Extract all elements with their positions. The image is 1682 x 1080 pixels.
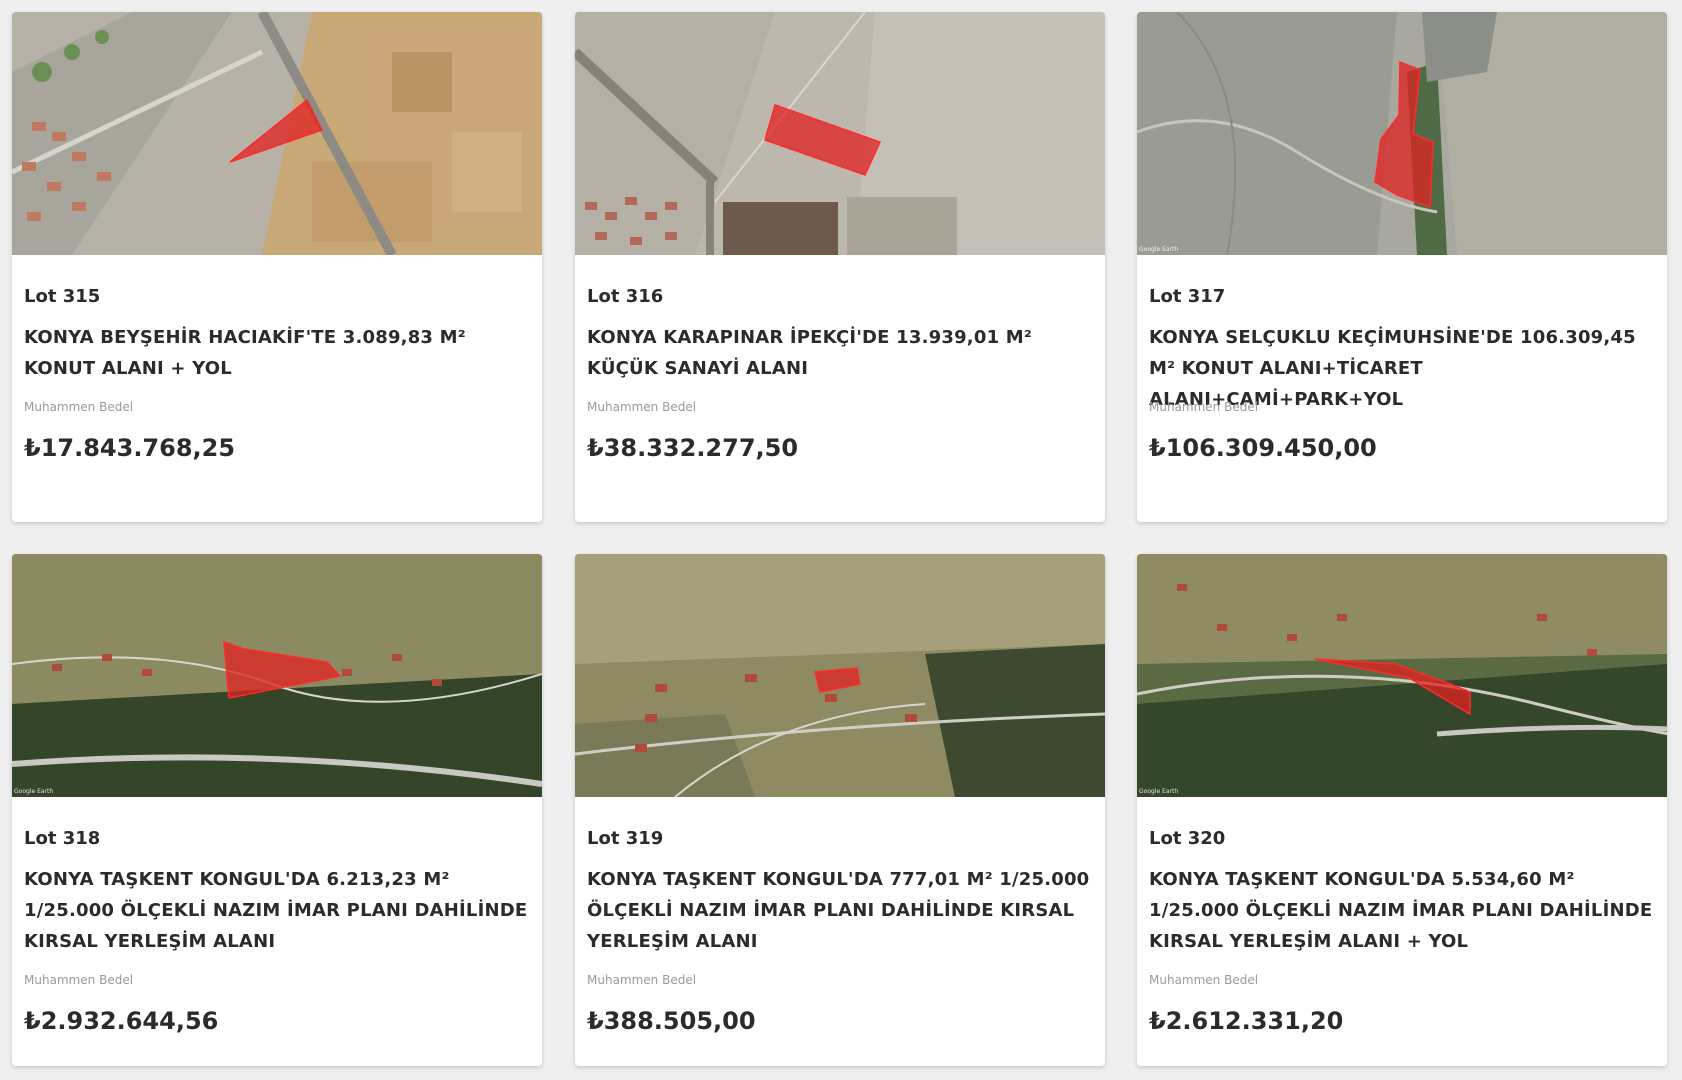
lot-card-317[interactable]: Google Earth Lot 317 KONYA SELÇUKLU KEÇİ… <box>1137 12 1667 522</box>
lot-title[interactable]: KONYA TAŞKENT KONGUL'DA 6.213,23 M² 1/25… <box>24 864 530 957</box>
lot-price: ₺2.612.331,20 <box>1149 1007 1344 1035</box>
lot-price: ₺388.505,00 <box>587 1007 756 1035</box>
lot-price: ₺106.309.450,00 <box>1149 434 1377 462</box>
map-attribution: Google Earth <box>14 788 54 795</box>
satellite-map-image[interactable]: Google Earth <box>1137 554 1667 797</box>
lot-title[interactable]: KONYA BEYŞEHİR HACIAKİF'TE 3.089,83 M² K… <box>24 322 530 384</box>
lot-title[interactable]: KONYA KARAPINAR İPEKÇİ'DE 13.939,01 M² K… <box>587 322 1093 384</box>
lot-card-315[interactable]: Lot 315 KONYA BEYŞEHİR HACIAKİF'TE 3.089… <box>12 12 542 522</box>
satellite-map-image[interactable] <box>575 554 1105 797</box>
lot-card-316[interactable]: Lot 316 KONYA KARAPINAR İPEKÇİ'DE 13.939… <box>575 12 1105 522</box>
lot-number: Lot 316 <box>587 286 664 307</box>
lot-number: Lot 319 <box>587 828 664 849</box>
map-attribution: Google Earth <box>1139 788 1179 795</box>
satellite-map-image[interactable]: Google Earth <box>1137 12 1667 255</box>
lot-number: Lot 318 <box>24 828 101 849</box>
satellite-map-image[interactable] <box>575 12 1105 255</box>
satellite-map-image[interactable] <box>12 12 542 255</box>
lot-number: Lot 320 <box>1149 828 1226 849</box>
lot-title[interactable]: KONYA TAŞKENT KONGUL'DA 5.534,60 M² 1/25… <box>1149 864 1655 957</box>
price-label: Muhammen Bedel <box>587 400 697 414</box>
listing-grid: Lot 315 KONYA BEYŞEHİR HACIAKİF'TE 3.089… <box>0 0 1682 1080</box>
price-label: Muhammen Bedel <box>24 400 134 414</box>
lot-number: Lot 315 <box>24 286 101 307</box>
lot-card-319[interactable]: Lot 319 KONYA TAŞKENT KONGUL'DA 777,01 M… <box>575 554 1105 1066</box>
lot-price: ₺38.332.277,50 <box>587 434 799 462</box>
price-label: Muhammen Bedel <box>587 973 697 987</box>
lot-number: Lot 317 <box>1149 286 1226 307</box>
satellite-map-image[interactable]: Google Earth <box>12 554 542 797</box>
lot-price: ₺2.932.644,56 <box>24 1007 219 1035</box>
price-label: Muhammen Bedel <box>24 973 134 987</box>
price-label: Muhammen Bedel <box>1149 973 1259 987</box>
lot-price: ₺17.843.768,25 <box>24 434 236 462</box>
lot-title[interactable]: KONYA TAŞKENT KONGUL'DA 777,01 M² 1/25.0… <box>587 864 1093 957</box>
map-attribution: Google Earth <box>1139 246 1179 253</box>
lot-card-320[interactable]: Google Earth Lot 320 KONYA TAŞKENT KONGU… <box>1137 554 1667 1066</box>
lot-title[interactable]: KONYA SELÇUKLU KEÇİMUHSİNE'DE 106.309,45… <box>1149 322 1655 410</box>
lot-card-318[interactable]: Google Earth Lot 318 KONYA TAŞKENT KONGU… <box>12 554 542 1066</box>
